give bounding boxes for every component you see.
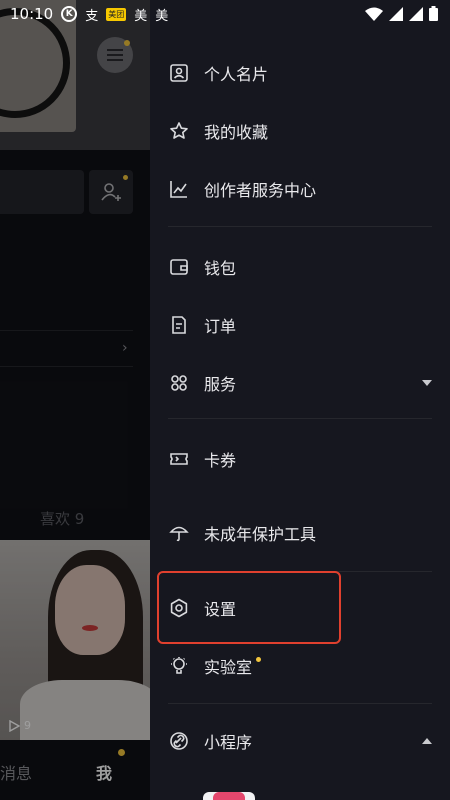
meituan-icon: 美团 xyxy=(106,7,127,21)
umbrella-icon xyxy=(168,522,190,544)
settings-highlight-box xyxy=(157,571,341,644)
profile-background: › 喜欢 9 9 消息 我 xyxy=(0,0,150,800)
menu-item-favorites[interactable]: 我的收藏 xyxy=(150,104,450,158)
drawer-overlay[interactable] xyxy=(0,0,150,800)
signal-icon xyxy=(389,6,403,21)
signal-icon xyxy=(409,6,423,21)
menu-item-label: 未成年保护工具 xyxy=(204,525,317,544)
k-circle-icon: K xyxy=(61,6,78,22)
menu-item-label: 钱包 xyxy=(204,259,237,278)
order-icon xyxy=(168,314,190,336)
id-card-icon xyxy=(168,62,190,84)
status-right-icons xyxy=(365,6,438,21)
divider xyxy=(168,226,432,227)
menu-item-orders[interactable]: 订单 xyxy=(150,298,450,352)
menu-item-label: 服务 xyxy=(204,375,237,394)
divider xyxy=(168,703,432,704)
notification-dot xyxy=(256,657,262,662)
menu-item-coupons[interactable]: 卡券 xyxy=(150,432,450,486)
wallet-icon xyxy=(168,256,190,278)
mini-program-thumbnail[interactable] xyxy=(203,792,255,800)
menu-item-minor-protection[interactable]: 未成年保护工具 xyxy=(150,506,450,560)
battery-icon xyxy=(429,6,438,21)
menu-item-services[interactable]: 服务 xyxy=(150,356,450,410)
status-time: 10:10 xyxy=(10,5,54,23)
mei-icon: 美 xyxy=(155,8,169,24)
bulb-icon xyxy=(168,655,190,677)
menu-item-creator-center[interactable]: 创作者服务中心 xyxy=(150,162,450,216)
chart-icon xyxy=(168,178,190,200)
grid-icon xyxy=(168,372,190,394)
menu-item-label: 卡券 xyxy=(204,451,237,470)
menu-item-label: 创作者服务中心 xyxy=(204,181,317,200)
menu-item-mini-programs[interactable]: 小程序 xyxy=(150,714,450,768)
divider xyxy=(168,418,432,419)
chevron-down-icon[interactable] xyxy=(422,380,432,386)
wifi-icon xyxy=(365,7,383,21)
chevron-up-icon[interactable] xyxy=(422,738,432,744)
menu-item-business-card[interactable]: 个人名片 xyxy=(150,46,450,100)
menu-item-wallet[interactable]: 钱包 xyxy=(150,240,450,294)
menu-item-label: 实验室 xyxy=(204,658,253,677)
alipay-icon: 支 xyxy=(85,8,99,24)
menu-item-label: 小程序 xyxy=(204,733,253,752)
link-icon xyxy=(168,730,190,752)
star-icon xyxy=(168,120,190,142)
side-drawer: 个人名片 我的收藏 创作者服务中心 钱包 订单 服务 卡券 未成年保护工具 设置… xyxy=(150,0,450,800)
menu-item-label: 订单 xyxy=(204,317,237,336)
menu-item-label: 我的收藏 xyxy=(204,123,269,142)
status-bar: 10:10 K 支 美团 美 美 xyxy=(0,0,450,28)
mei-icon: 美 xyxy=(134,8,148,24)
menu-item-label: 个人名片 xyxy=(204,65,269,84)
ticket-icon xyxy=(168,448,190,470)
menu-item-lab[interactable]: 实验室 xyxy=(150,639,450,693)
